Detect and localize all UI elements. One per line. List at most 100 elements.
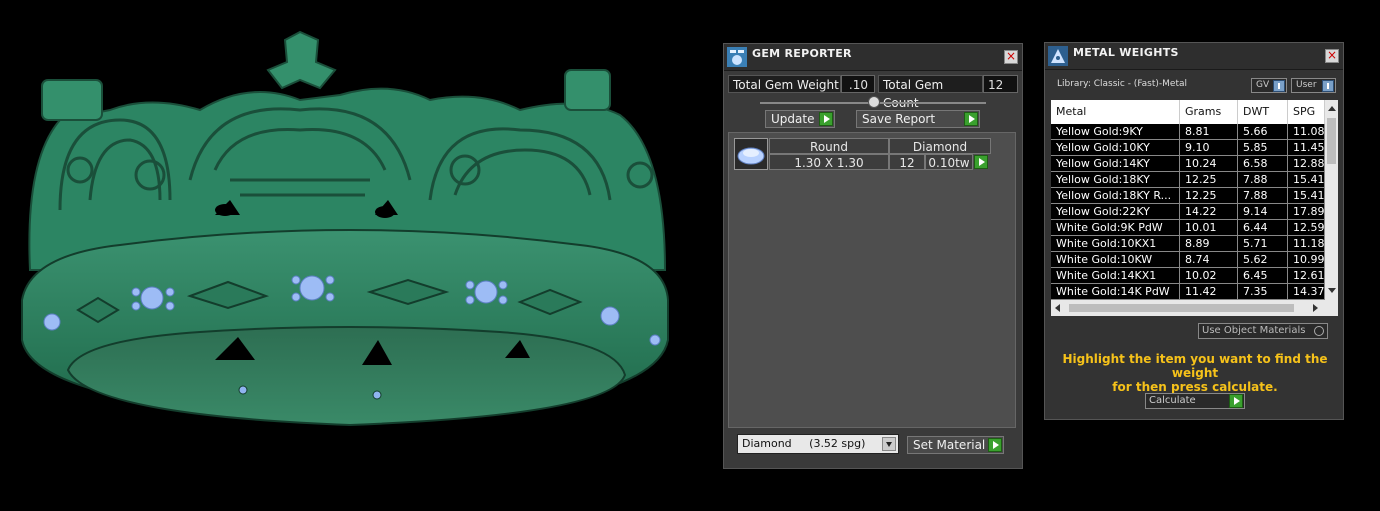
3d-viewport[interactable]: [0, 0, 715, 508]
dwt-cell: 7.35: [1238, 284, 1288, 300]
library-label: Library: Classic - (Fast)-Metal: [1057, 79, 1188, 89]
play-icon[interactable]: [819, 112, 833, 126]
dwt-cell: 9.14: [1238, 204, 1288, 220]
grams-cell: 10.02: [1180, 268, 1238, 284]
play-icon[interactable]: [964, 112, 978, 126]
metal-weights-icon: [1048, 46, 1068, 66]
radio-icon[interactable]: [1314, 326, 1324, 336]
grams-cell: 8.74: [1180, 252, 1238, 268]
scroll-right-icon[interactable]: [1313, 304, 1318, 312]
metal-column-header[interactable]: Metal: [1051, 100, 1180, 124]
dwt-cell: 6.58: [1238, 156, 1288, 172]
dwt-cell: 5.66: [1238, 124, 1288, 140]
material-select[interactable]: Diamond (3.52 spg): [737, 434, 899, 454]
gem-size-cell: 1.30 X 1.30: [769, 154, 889, 170]
crown-ring-model: [21, 30, 669, 427]
dropdown-arrow-icon[interactable]: [882, 437, 896, 451]
update-label: Update: [771, 112, 815, 126]
metal-name-cell: Yellow Gold:9KY: [1051, 124, 1180, 140]
info-icon[interactable]: [1273, 80, 1285, 92]
grams-cell: 9.10: [1180, 140, 1238, 156]
table-row[interactable]: Yellow Gold:18KY 12.25 7.88 15.41: [1051, 172, 1325, 188]
scroll-thumb[interactable]: [1327, 118, 1336, 164]
spg-column-header[interactable]: SPG: [1288, 100, 1325, 124]
gem-reporter-title: GEM REPORTER: [752, 47, 852, 60]
table-row[interactable]: White Gold:14KX1 10.02 6.45 12.61: [1051, 268, 1325, 284]
metal-name-cell: White Gold:10KX1: [1051, 236, 1180, 252]
close-icon[interactable]: ×: [1004, 50, 1018, 64]
play-icon[interactable]: [974, 155, 988, 169]
total-gem-weight-value: .10: [841, 75, 875, 93]
gem-list-area[interactable]: [728, 132, 1016, 428]
calculate-label: Calculate: [1149, 395, 1196, 406]
instruction-message: Highlight the item you want to find the …: [1050, 352, 1340, 394]
gv-toggle[interactable]: GV: [1251, 78, 1287, 93]
calculate-button[interactable]: Calculate: [1145, 393, 1245, 409]
dwt-cell: 5.71: [1238, 236, 1288, 252]
user-label: User: [1296, 80, 1317, 90]
dwt-cell: 7.88: [1238, 172, 1288, 188]
table-row[interactable]: Yellow Gold:9KY 8.81 5.66 11.08: [1051, 124, 1325, 140]
total-gem-count-value: 12: [983, 75, 1018, 93]
use-object-materials-toggle[interactable]: Use Object Materials: [1198, 323, 1328, 339]
metal-name-cell: Yellow Gold:18KY R...: [1051, 188, 1180, 204]
metal-name-cell: White Gold:9K PdW: [1051, 220, 1180, 236]
table-row[interactable]: Yellow Gold:14KY 10.24 6.58 12.88: [1051, 156, 1325, 172]
info-icon[interactable]: [1322, 80, 1334, 92]
gem-reporter-titlebar[interactable]: GEM REPORTER ×: [724, 44, 1022, 71]
total-gem-weight-label: Total Gem Weight: [728, 75, 841, 93]
dwt-cell: 6.45: [1238, 268, 1288, 284]
play-icon[interactable]: [1229, 394, 1243, 408]
save-report-button[interactable]: Save Report: [856, 110, 980, 128]
scroll-h-thumb[interactable]: [1069, 304, 1294, 312]
table-row[interactable]: Yellow Gold:10KY 9.10 5.85 11.45: [1051, 140, 1325, 156]
spg-cell: 15.41: [1288, 188, 1325, 204]
table-vertical-scrollbar[interactable]: [1325, 100, 1338, 300]
metal-table[interactable]: Metal Grams DWT SPG Yellow Gold:9KY 8.81 5…: [1051, 100, 1338, 316]
table-row[interactable]: Yellow Gold:22KY 14.22 9.14 17.89: [1051, 204, 1325, 220]
report-slider-handle[interactable]: [868, 96, 880, 108]
metal-name-cell: Yellow Gold:10KY: [1051, 140, 1180, 156]
save-report-label: Save Report: [862, 112, 936, 126]
instruction-line-2: for then press calculate.: [1112, 380, 1278, 394]
grams-cell: 10.24: [1180, 156, 1238, 172]
metal-name-cell: White Gold:10KW: [1051, 252, 1180, 268]
gem-count-cell: 12: [889, 154, 925, 170]
spg-cell: 10.99: [1288, 252, 1325, 268]
gem-shape-header: Round: [769, 138, 889, 154]
spg-cell: 12.88: [1288, 156, 1325, 172]
table-row[interactable]: Yellow Gold:18KY R... 12.25 7.88 15.41: [1051, 188, 1325, 204]
table-row[interactable]: White Gold:14K PdW 11.42 7.35 14.37: [1051, 284, 1325, 300]
spg-cell: 12.59: [1288, 220, 1325, 236]
grams-cell: 11.42: [1180, 284, 1238, 300]
metal-weights-titlebar[interactable]: METAL WEIGHTS ×: [1045, 43, 1343, 70]
table-row[interactable]: White Gold:10KW 8.74 5.62 10.99: [1051, 252, 1325, 268]
metal-name-cell: Yellow Gold:18KY: [1051, 172, 1180, 188]
play-icon[interactable]: [988, 438, 1002, 452]
set-material-label: Set Material: [913, 438, 986, 452]
grams-cell: 12.25: [1180, 188, 1238, 204]
grams-column-header[interactable]: Grams: [1180, 100, 1238, 124]
table-row[interactable]: White Gold:9K PdW 10.01 6.44 12.59: [1051, 220, 1325, 236]
close-icon[interactable]: ×: [1325, 49, 1339, 63]
scroll-up-icon[interactable]: [1328, 106, 1336, 111]
dwt-column-header[interactable]: DWT: [1238, 100, 1288, 124]
table-row[interactable]: White Gold:10KX1 8.89 5.71 11.18: [1051, 236, 1325, 252]
spg-cell: 11.18: [1288, 236, 1325, 252]
metal-name-cell: White Gold:14KX1: [1051, 268, 1180, 284]
table-horizontal-scrollbar[interactable]: [1051, 300, 1338, 316]
scroll-down-icon[interactable]: [1328, 288, 1336, 293]
spg-cell: 11.08: [1288, 124, 1325, 140]
gem-reporter-icon: [727, 47, 747, 67]
gem-reporter-panel: GEM REPORTER × Total Gem Weight .10 Tota…: [723, 43, 1023, 469]
material-select-value: Diamond (3.52 spg): [742, 437, 866, 450]
scroll-left-icon[interactable]: [1055, 304, 1060, 312]
grams-cell: 8.89: [1180, 236, 1238, 252]
gv-label: GV: [1256, 80, 1270, 90]
gem-weight-cell: 0.10tw: [925, 154, 973, 170]
grams-cell: 14.22: [1180, 204, 1238, 220]
gem-thumbnail[interactable]: [734, 138, 768, 170]
metal-name-cell: White Gold:14K PdW: [1051, 284, 1180, 300]
user-toggle[interactable]: User: [1291, 78, 1336, 93]
grams-cell: 12.25: [1180, 172, 1238, 188]
